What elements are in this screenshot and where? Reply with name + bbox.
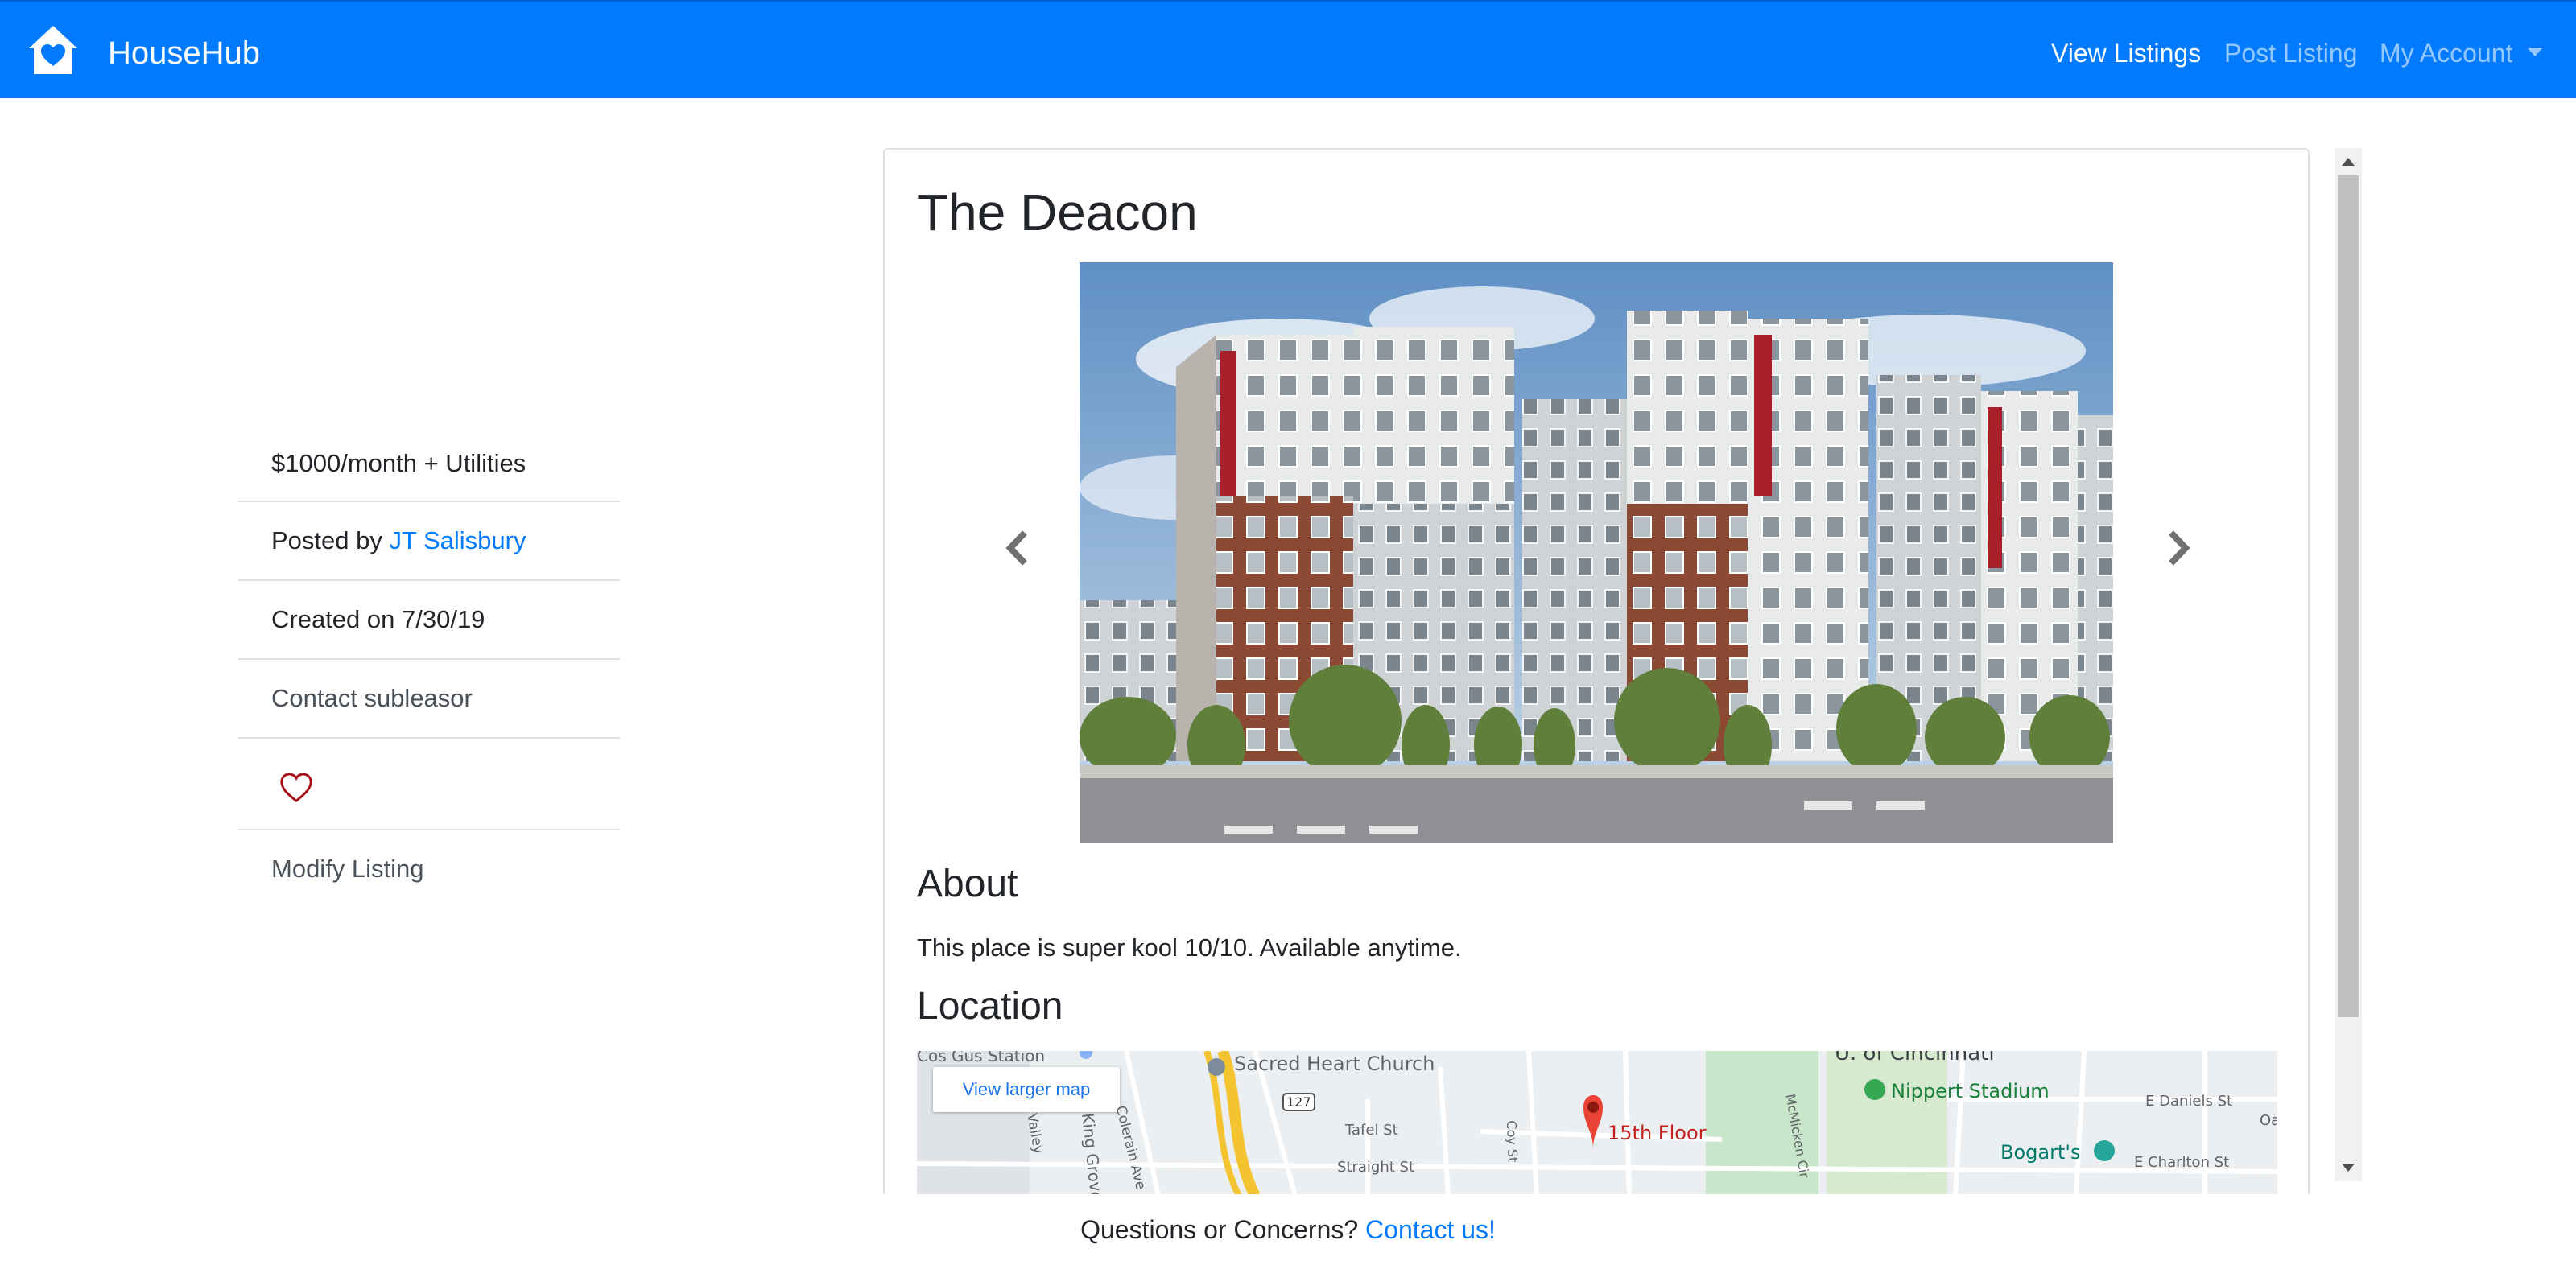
view-larger-map-button[interactable]: View larger map <box>933 1067 1120 1112</box>
location-heading: Location <box>917 985 1063 1028</box>
footer-text: Questions or Concerns? <box>1080 1215 1366 1244</box>
posted-by-item: Posted by JT Salisbury <box>238 502 620 581</box>
map-label-church: Sacred Heart Church <box>1234 1053 1435 1075</box>
created-date: Created on 7/30/19 <box>271 605 485 633</box>
contact-us-link[interactable]: Contact us! <box>1365 1215 1496 1244</box>
building-photo <box>1080 262 2113 843</box>
house-heart-icon[interactable] <box>27 24 79 76</box>
modify-listing-link[interactable]: Modify Listing <box>271 855 424 883</box>
brand-name[interactable]: HouseHub <box>108 34 260 72</box>
map-label-route: 127 <box>1282 1093 1315 1111</box>
about-text: This place is super kool 10/10. Availabl… <box>917 933 1462 962</box>
listing-info-list: $1000/month + Utilities Posted by JT Sal… <box>238 426 620 909</box>
map-label-coy: Coy St <box>1504 1120 1521 1163</box>
favorite-item[interactable] <box>238 739 620 830</box>
nav-my-account[interactable]: My Account <box>2380 35 2512 71</box>
map-label-station: Cos Gus Station <box>917 1051 1046 1065</box>
card-scrollbar[interactable] <box>2334 148 2362 1181</box>
map-label-bogarts: Bogart's <box>2000 1141 2081 1164</box>
map-label-daniels: E Daniels St <box>2145 1093 2233 1110</box>
location-map[interactable]: View larger map Cos Gus Station Sacred H… <box>917 1051 2277 1194</box>
nav-view-listings[interactable]: View Listings <box>2051 35 2201 71</box>
footer: Questions or Concerns? Contact us! <box>0 1212 2576 1247</box>
poster-link[interactable]: JT Salisbury <box>389 526 526 554</box>
created-item: Created on 7/30/19 <box>238 581 620 660</box>
map-marker-label: 15th Floor <box>1608 1122 1707 1144</box>
map-label-straight: Straight St <box>1337 1159 1415 1176</box>
scroll-up-arrow-icon[interactable] <box>2342 158 2355 166</box>
heart-outline-icon[interactable] <box>279 771 314 803</box>
listing-title: The Deacon <box>917 183 1198 241</box>
map-label-tafel: Tafel St <box>1345 1122 1398 1139</box>
nav-post-listing[interactable]: Post Listing <box>2224 35 2357 71</box>
price-text: $1000/month + Utilities <box>271 449 526 477</box>
contact-subleasor-item[interactable]: Contact subleasor <box>238 660 620 739</box>
chevron-left-icon[interactable] <box>1002 528 1034 568</box>
photo-carousel[interactable] <box>1080 262 2113 843</box>
price-item: $1000/month + Utilities <box>238 426 620 502</box>
map-label-university: U. of Cincinnati <box>1835 1051 1995 1065</box>
about-heading: About <box>917 863 1018 905</box>
chevron-right-icon[interactable] <box>2161 528 2194 568</box>
contact-subleasor-link[interactable]: Contact subleasor <box>271 684 473 712</box>
map-label-charlton: E Charlton St <box>2134 1154 2230 1171</box>
caret-down-icon[interactable] <box>2528 48 2542 56</box>
navbar: HouseHub View Listings Post Listing My A… <box>0 0 2576 98</box>
map-label-oak: Oa <box>2260 1112 2277 1129</box>
posted-by-prefix: Posted by <box>271 526 390 554</box>
map-label-stadium: Nippert Stadium <box>1891 1080 2050 1102</box>
listing-card: The Deacon About This place is super koo… <box>883 148 2310 1194</box>
modify-listing-item[interactable]: Modify Listing <box>238 830 620 909</box>
scrollbar-thumb[interactable] <box>2338 175 2359 1017</box>
scroll-down-arrow-icon[interactable] <box>2342 1164 2355 1172</box>
